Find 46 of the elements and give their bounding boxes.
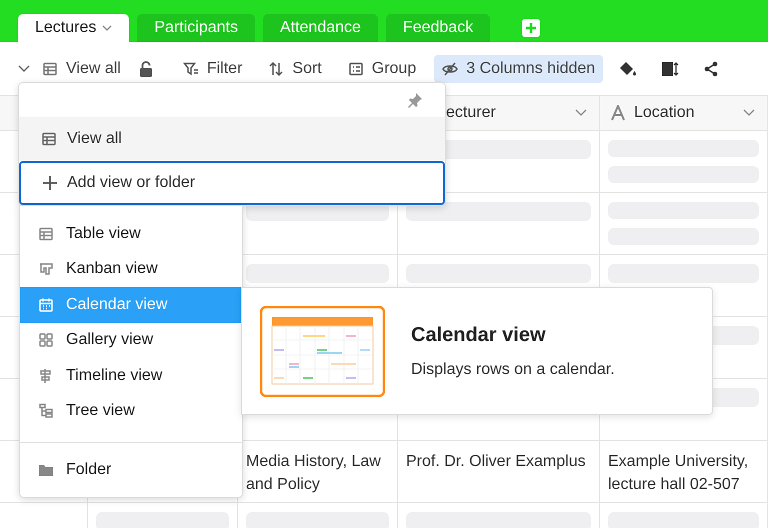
kanban-icon [38, 261, 54, 278]
sort-icon [268, 60, 284, 76]
caret-icon[interactable] [575, 109, 587, 117]
toolbar-button[interactable]: 3 Columns hidden [434, 54, 604, 82]
calendar-icon [38, 296, 54, 313]
table-cell-text: Media History, Law and Policy [246, 452, 382, 495]
plus-icon [43, 176, 57, 190]
add-view-button[interactable]: Add view or folder [19, 161, 445, 205]
group-icon [348, 60, 364, 76]
menu-item[interactable]: Kanban view [20, 252, 242, 287]
toolbar-button[interactable]: Sort [260, 54, 330, 82]
menu-item[interactable]: Table view [20, 216, 242, 252]
folder-icon [38, 462, 54, 478]
table-icon [42, 60, 58, 76]
column-title: Location [634, 104, 696, 122]
column-title: ecturer [446, 104, 497, 122]
menu-item[interactable]: Timeline view [20, 358, 242, 394]
menu-item[interactable]: Gallery view [20, 322, 242, 358]
tab[interactable]: Lectures [18, 14, 130, 42]
menu-item[interactable]: Folder [20, 443, 242, 497]
share-icon[interactable] [703, 60, 720, 76]
row-height-icon[interactable] [661, 60, 680, 76]
table-icon [38, 226, 54, 242]
toolbar-button[interactable]: Group [340, 54, 424, 82]
preview-description: Displays rows on a calendar. [411, 360, 615, 378]
caret-icon [102, 25, 112, 31]
lock-icon[interactable] [138, 60, 153, 76]
text-type-icon [610, 105, 626, 121]
table-cell-text: Prof. Dr. Oliver Examplus [406, 452, 587, 472]
toolbar-button[interactable]: Filter [174, 54, 250, 82]
gallery-icon [38, 332, 54, 348]
caret-icon[interactable] [18, 64, 30, 72]
table-icon [41, 131, 57, 147]
menu-item[interactable]: Tree view [20, 394, 242, 429]
view-selector[interactable]: View all [34, 54, 129, 82]
filter-icon [182, 60, 199, 76]
tree-icon [38, 403, 54, 420]
timeline-icon [38, 368, 54, 384]
preview-title: Calendar view [411, 324, 547, 346]
table-cell-text: Example University, lecture hall 02-507 [608, 452, 750, 495]
paint-bucket-icon[interactable] [619, 60, 638, 76]
pin-icon[interactable] [407, 92, 423, 108]
caret-icon[interactable] [743, 109, 755, 117]
column-header[interactable]: Location [600, 96, 768, 131]
view-item[interactable]: View all [19, 117, 445, 161]
eye-slash-icon [442, 60, 458, 76]
